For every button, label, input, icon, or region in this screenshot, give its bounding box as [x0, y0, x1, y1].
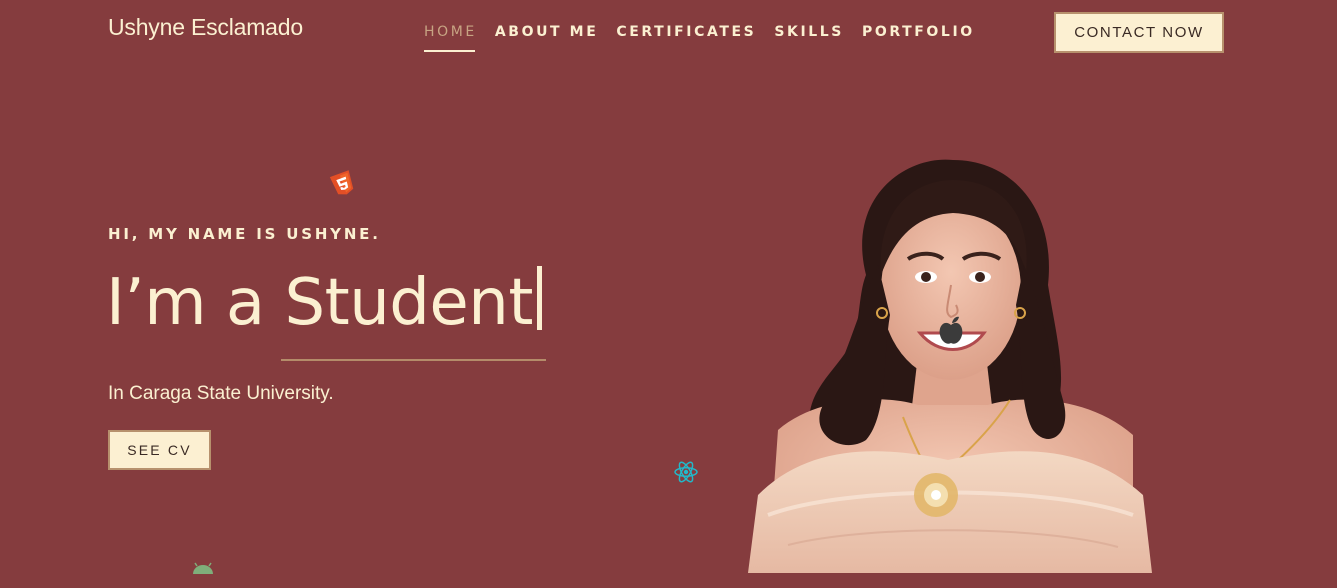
nav-skills[interactable]: SKILLS [774, 22, 844, 48]
nav-portfolio[interactable]: PORTFOLIO [862, 22, 975, 48]
react-icon [674, 461, 698, 483]
brand-logo[interactable]: Ushyne Esclamado [108, 14, 303, 41]
typing-cursor [536, 266, 542, 330]
hero-headline: I’m a Student [106, 266, 542, 340]
contact-now-button[interactable]: CONTACT NOW [1054, 12, 1224, 53]
main-nav: HOME ABOUT ME CERTIFICATES SKILLS PORTFO… [424, 22, 993, 52]
headline-underline [281, 359, 546, 361]
nav-about-me[interactable]: ABOUT ME [495, 22, 599, 48]
profile-photo [748, 159, 1152, 573]
headline-role: Student [284, 266, 533, 340]
hero-subtext: In Caraga State University. [108, 383, 334, 404]
nav-certificates[interactable]: CERTIFICATES [616, 22, 756, 48]
greeting-text: HI, MY NAME IS USHYNE. [108, 225, 381, 243]
nav-home[interactable]: HOME [424, 22, 477, 52]
html5-icon [329, 170, 354, 195]
android-icon [193, 562, 213, 574]
see-cv-button[interactable]: SEE CV [108, 430, 211, 470]
page: Ushyne Esclamado HOME ABOUT ME CERTIFICA… [0, 0, 1337, 588]
headline-prefix: I’m a [106, 266, 285, 340]
